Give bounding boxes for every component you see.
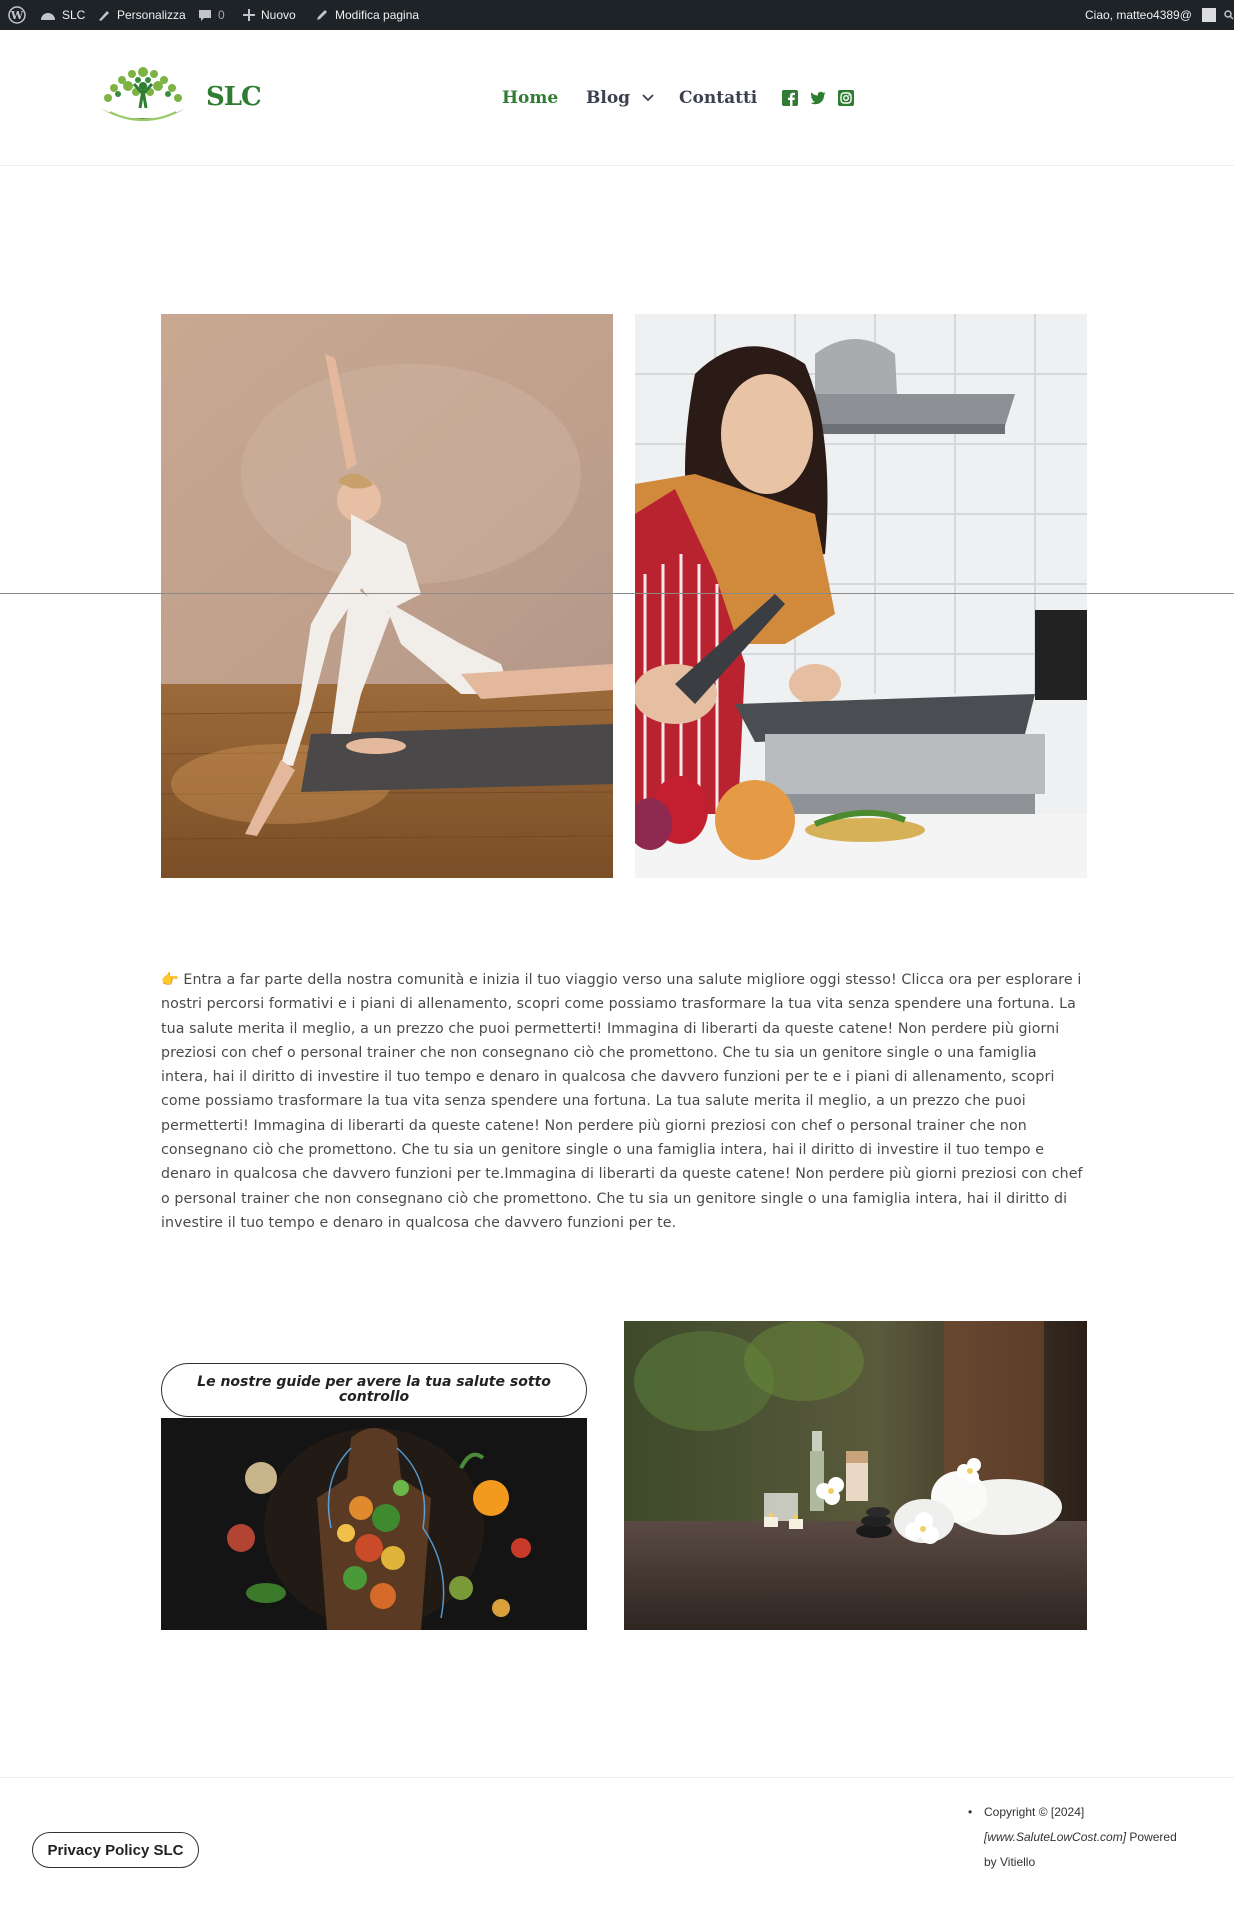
dashboard-icon <box>41 13 55 20</box>
intro-paragraph: 👉 Entra a far parte della nostra comunit… <box>161 968 1087 1235</box>
adminbar-new-link[interactable]: Nuovo <box>243 0 296 30</box>
adminbar-site-link[interactable]: SLC <box>40 0 85 30</box>
intro-text: Entra a far parte della nostra comunità … <box>161 972 1083 1231</box>
adminbar-edit-link[interactable]: Modifica pagina <box>315 0 419 30</box>
pencil-icon <box>317 10 327 20</box>
plus-icon <box>243 9 255 21</box>
wordpress-logo-icon[interactable]: W <box>8 0 26 30</box>
twitter-icon[interactable] <box>810 90 826 106</box>
footer-divider <box>0 1777 1234 1778</box>
site-header: SLC Home Blog Contatti <box>0 30 1234 166</box>
search-icon[interactable] <box>1224 0 1234 30</box>
nav-contacts[interactable]: Contatti <box>679 88 757 108</box>
spa-stones-towels-image <box>624 1321 1087 1630</box>
privacy-policy-button[interactable]: Privacy Policy SLC <box>32 1832 199 1868</box>
copyright-block: • Copyright © [2024] [www.SaluteLowCost.… <box>968 1800 1208 1875</box>
guides-button[interactable]: Le nostre guide per avere la tua salute … <box>161 1363 587 1417</box>
adminbar-new-label: Nuovo <box>261 8 296 22</box>
adminbar-customize-label: Personalizza <box>117 8 186 22</box>
adminbar-account[interactable]: Ciao, matteo4389@ <box>1085 0 1216 30</box>
primary-nav: Home Blog Contatti <box>0 30 1234 166</box>
nav-blog-label: Blog <box>586 88 631 108</box>
avatar <box>1201 8 1216 22</box>
adminbar-comments-count: 0 <box>218 8 225 22</box>
adminbar-customize-link[interactable]: Personalizza <box>97 0 186 30</box>
adminbar-edit-label: Modifica pagina <box>335 8 420 22</box>
bullet-icon: • <box>968 1805 973 1819</box>
divider-line <box>0 593 1234 594</box>
wp-admin-bar: W SLC Personalizza 0 Nuovo Modifica pagi… <box>0 0 1234 30</box>
adminbar-comments-link[interactable]: 0 <box>198 0 225 30</box>
copyright-line-3: by Vitiello <box>984 1855 1036 1869</box>
nav-blog[interactable]: Blog <box>586 88 654 108</box>
brush-icon <box>99 11 109 21</box>
adminbar-greeting: Ciao, matteo4389@ <box>1085 8 1192 22</box>
facebook-icon[interactable] <box>782 90 798 106</box>
copyright-powered: Powered <box>1126 1830 1177 1844</box>
nav-home[interactable]: Home <box>502 88 558 108</box>
chevron-down-icon <box>642 94 654 102</box>
adminbar-site-label: SLC <box>62 8 86 22</box>
copyright-line-2: [www.SaluteLowCost.com] Powered <box>984 1825 1208 1850</box>
svg-text:W: W <box>10 9 24 22</box>
copyright-line-1: Copyright © [2024] <box>984 1805 1085 1819</box>
woman-cooking-image <box>635 314 1087 878</box>
pointing-hand-icon: 👉 <box>161 972 179 988</box>
comment-icon <box>199 10 211 21</box>
nutrition-body-image <box>161 1418 587 1630</box>
yoga-woman-image <box>161 314 613 878</box>
copyright-site-link[interactable]: [www.SaluteLowCost.com] <box>984 1830 1126 1844</box>
social-links <box>782 90 854 106</box>
instagram-icon[interactable] <box>838 90 854 106</box>
